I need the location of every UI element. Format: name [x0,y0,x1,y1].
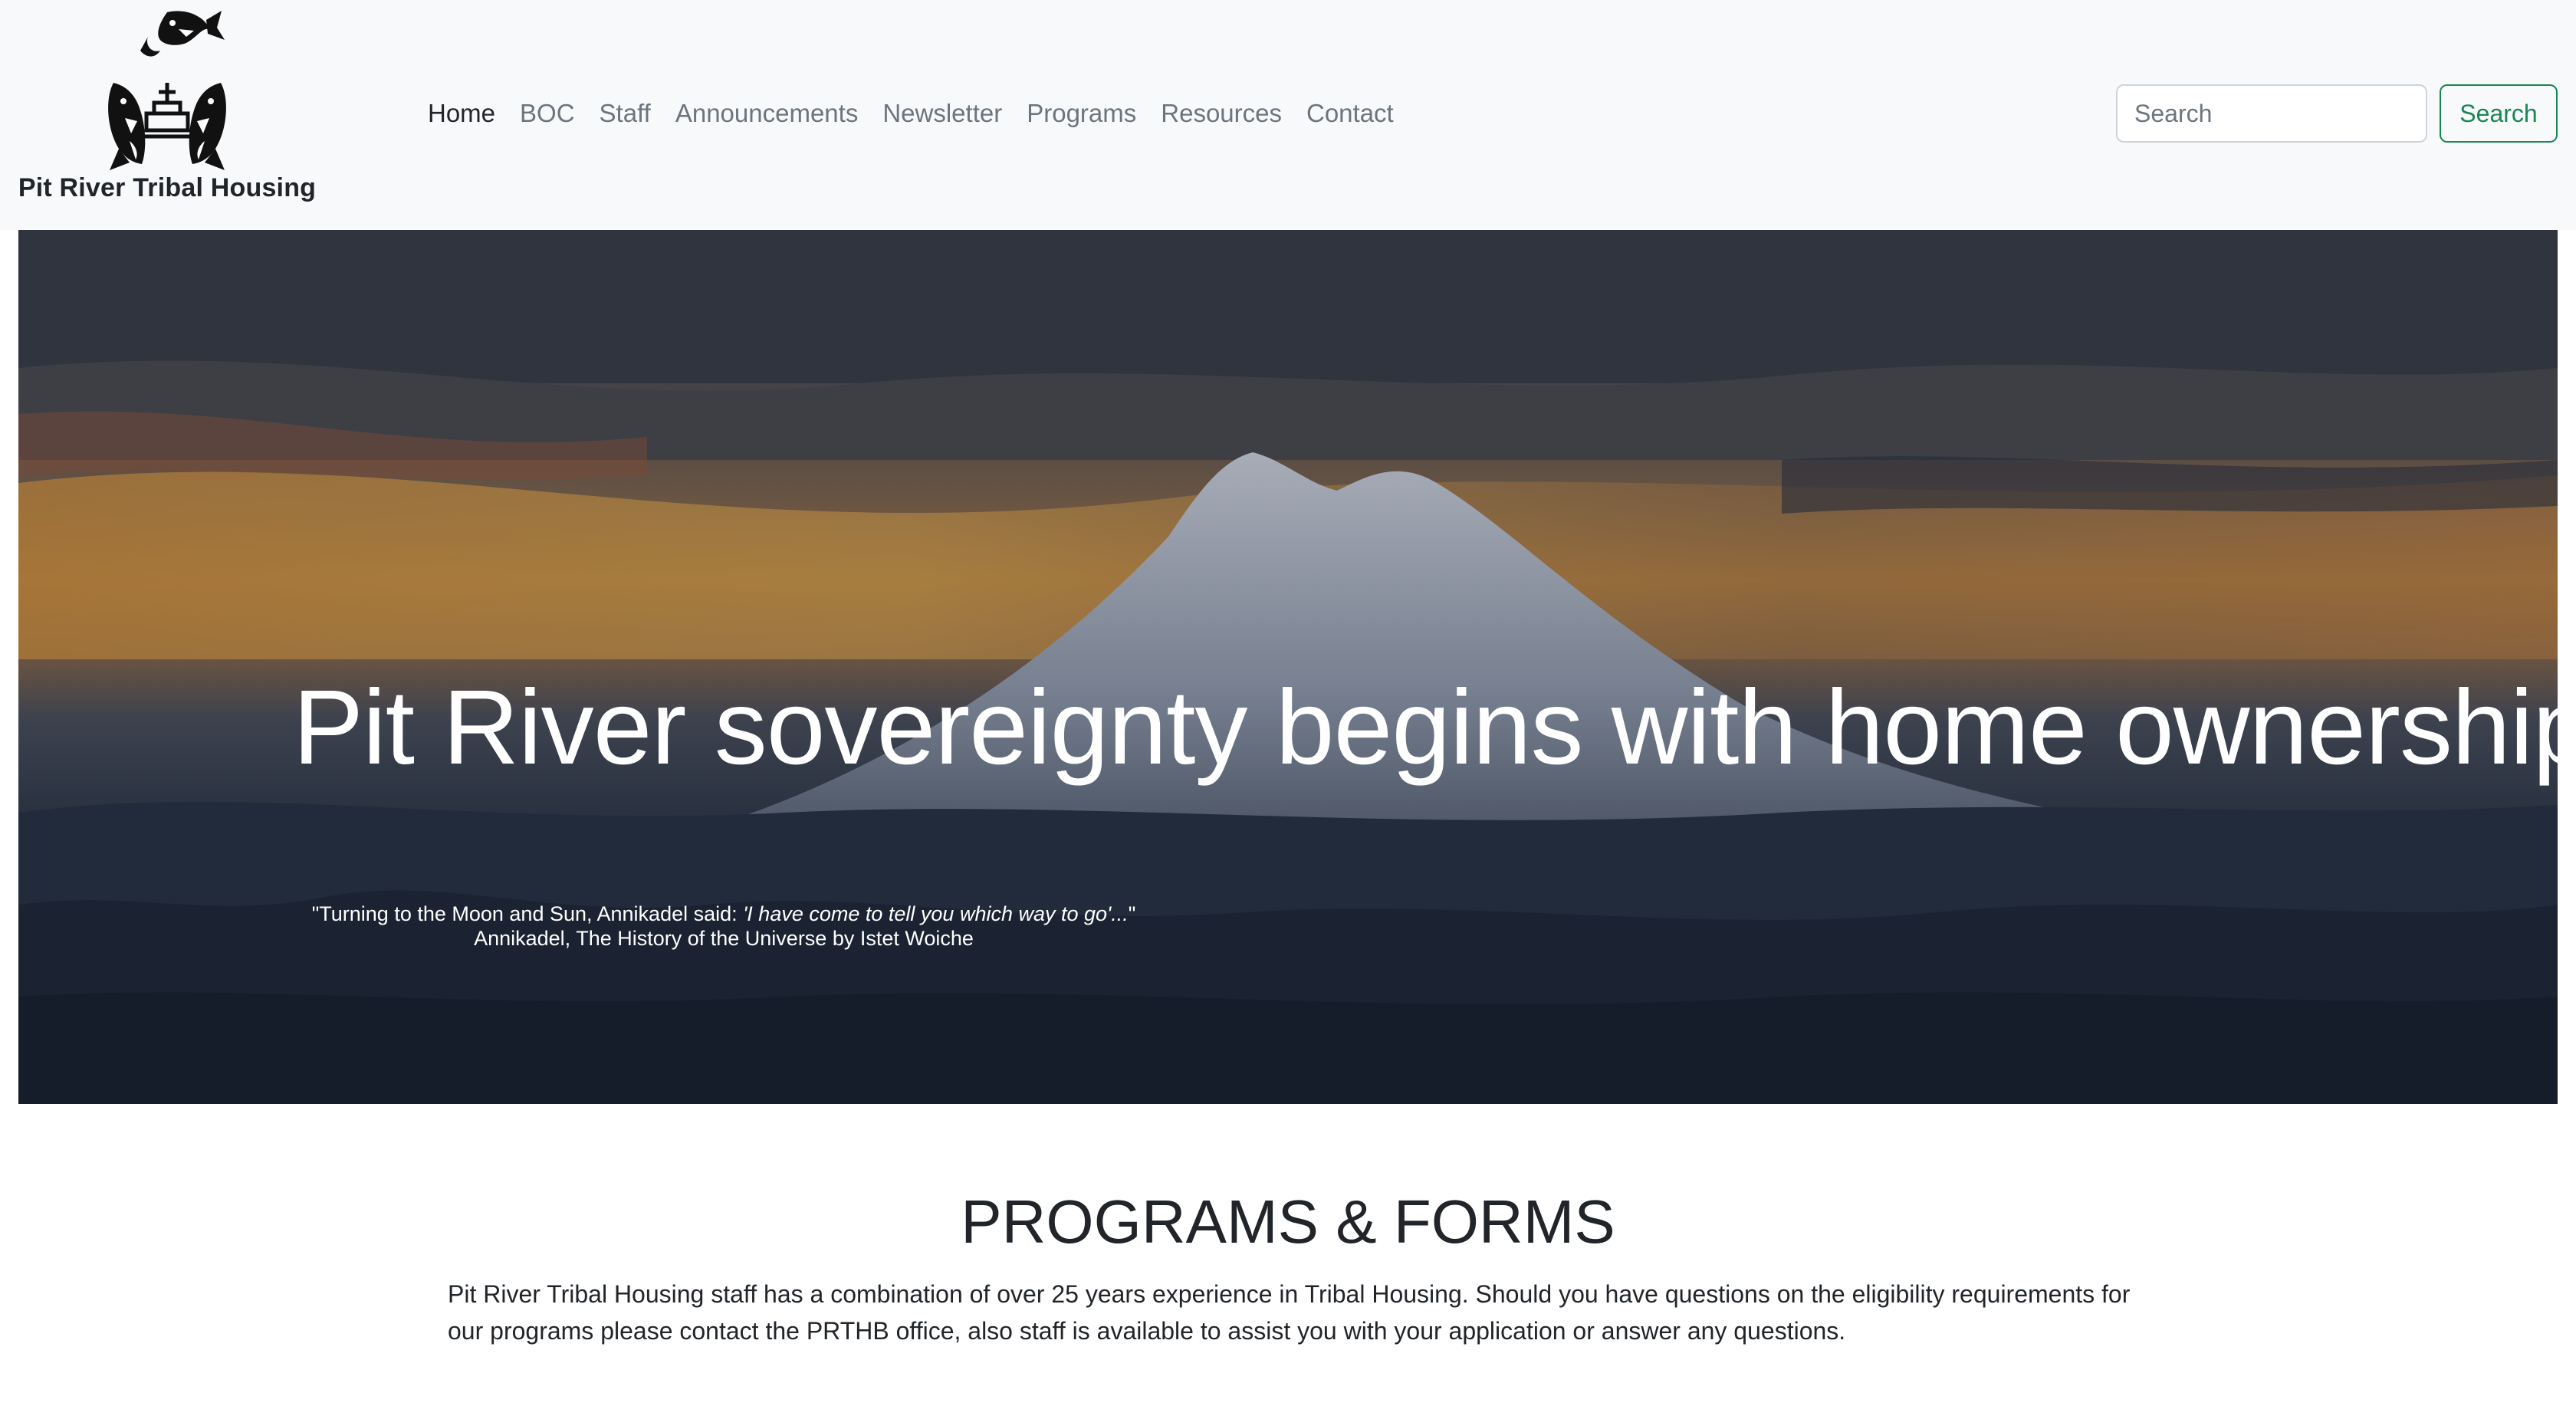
brand-name: Pit River Tribal Housing [18,173,317,202]
navbar: Pit River Tribal Housing Home BOC Staff … [0,0,2576,230]
nav-item-programs[interactable]: Programs [1014,90,1148,136]
programs-description: Pit River Tribal Housing staff has a com… [448,1280,2131,1345]
nav-item-boc[interactable]: BOC [508,90,587,136]
quote-suffix: " [1128,902,1136,925]
hero-quote: "Turning to the Moon and Sun, Annikadel … [294,902,1153,951]
search-button[interactable]: Search [2440,84,2558,143]
brand-link[interactable]: Pit River Tribal Housing [15,6,319,213]
nav-item-contact[interactable]: Contact [1294,90,1406,136]
programs-title: PROGRAMS & FORMS [961,1188,1615,1256]
hero-title: Pit River sovereignty begins with home o… [293,669,2558,787]
nav-item-newsletter[interactable]: Newsletter [870,90,1014,136]
hero-banner: Pit River sovereignty begins with home o… [18,230,2558,1104]
search-form: Search [2116,84,2558,143]
nav-item-announcements[interactable]: Announcements [663,90,871,136]
nav-item-home[interactable]: Home [416,90,508,136]
quote-text: "Turning to the Moon and Sun, Annikadel … [294,902,1153,926]
main-nav: Home BOC Staff Announcements Newsletter … [416,90,1406,136]
search-input[interactable] [2116,84,2427,143]
quote-attribution: Annikadel, The History of the Universe b… [474,927,974,950]
nav-item-staff[interactable]: Staff [587,90,663,136]
nav-item-resources[interactable]: Resources [1148,90,1294,136]
quote-italic: 'I have come to tell you which way to go… [743,902,1129,925]
fish-circle-logo-icon [108,11,226,170]
quote-prefix: "Turning to the Moon and Sun, Annikadel … [311,902,744,925]
